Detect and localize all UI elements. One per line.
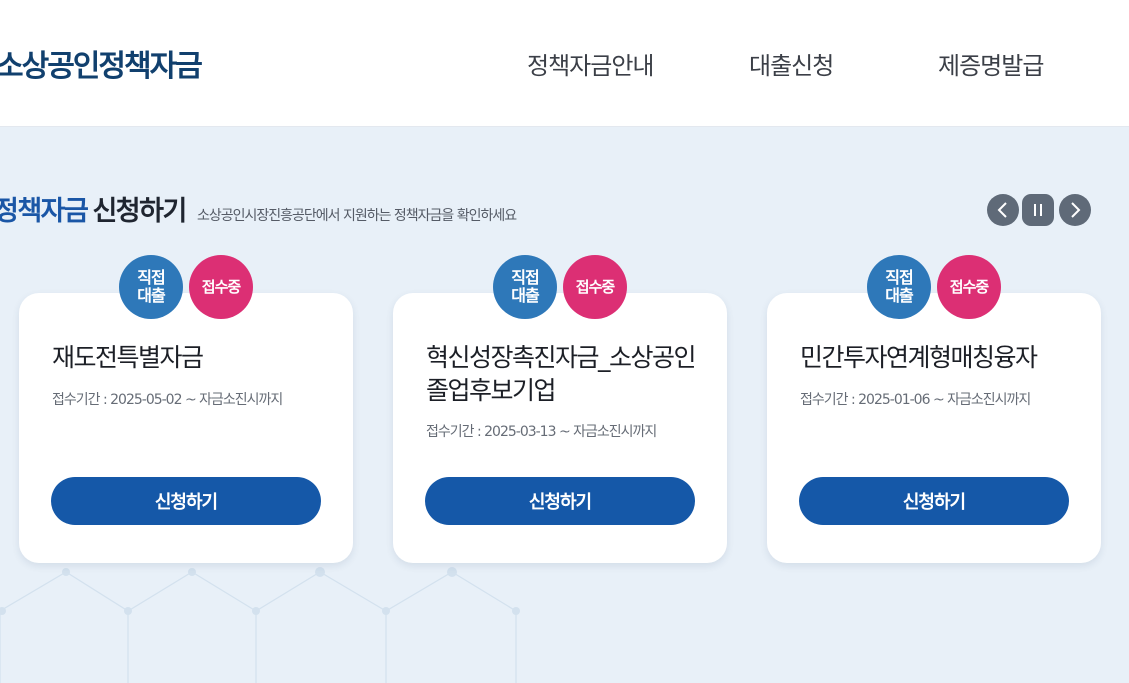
fund-card: 직접 대출 접수중 재도전특별자금 접수기간 : 2025-05-02 ~ 자금… [19, 255, 353, 563]
slider-prev-button[interactable] [987, 194, 1019, 226]
apply-button[interactable]: 신청하기 [799, 477, 1069, 525]
nav-item-policy-info[interactable]: 정책자금안내 [527, 46, 654, 81]
loan-type-badge: 직접 대출 [119, 255, 183, 319]
status-badge: 접수중 [937, 255, 1001, 319]
application-period: 접수기간 : 2025-03-13 ~ 자금소진시까지 [426, 424, 657, 440]
slider-next-button[interactable] [1059, 194, 1091, 226]
section-title: 신청하기 [92, 196, 187, 227]
loan-type-badge: 직접 대출 [867, 255, 931, 319]
apply-button[interactable]: 신청하기 [425, 477, 695, 525]
status-badge: 접수중 [563, 255, 627, 319]
section-title-accent: 정책자금 [0, 196, 89, 227]
fund-title: 혁신성장촉진자금_소상공인 졸업후보기업 [426, 343, 697, 405]
prev-icon [997, 202, 1007, 218]
pause-icon [1034, 204, 1042, 216]
status-badge: 접수중 [189, 255, 253, 319]
apply-button[interactable]: 신청하기 [51, 477, 321, 525]
site-logo[interactable]: 소상공인정책자금 [0, 41, 203, 85]
site-header: 소상공인정책자금 정책자금안내 대출신청 제증명발급 [0, 0, 1129, 127]
nav-item-certificate[interactable]: 제증명발급 [938, 46, 1044, 81]
fund-card: 직접 대출 접수중 혁신성장촉진자금_소상공인 졸업후보기업 접수기간 : 20… [393, 255, 727, 563]
hexagon-pattern [0, 567, 520, 683]
slider-pause-button[interactable] [1022, 194, 1054, 226]
loan-type-badge: 직접 대출 [493, 255, 557, 319]
section-heading: 정책자금 신청하기 소상공인시장진흥공단에서 지원하는 정책자금을 확인하세요 [0, 189, 517, 228]
next-icon [1071, 202, 1081, 218]
fund-title: 민간투자연계형매칭융자 [800, 343, 1038, 372]
section-subtitle: 소상공인시장진흥공단에서 지원하는 정책자금을 확인하세요 [196, 208, 517, 224]
fund-title: 재도전특별자금 [52, 343, 204, 372]
application-period: 접수기간 : 2025-01-06 ~ 자금소진시까지 [800, 392, 1031, 408]
application-period: 접수기간 : 2025-05-02 ~ 자금소진시까지 [52, 392, 283, 408]
fund-card: 직접 대출 접수중 민간투자연계형매칭융자 접수기간 : 2025-01-06 … [767, 255, 1101, 563]
nav-item-loan-apply[interactable]: 대출신청 [749, 46, 834, 81]
main-section: 정책자금 신청하기 소상공인시장진흥공단에서 지원하는 정책자금을 확인하세요 … [0, 127, 1129, 683]
